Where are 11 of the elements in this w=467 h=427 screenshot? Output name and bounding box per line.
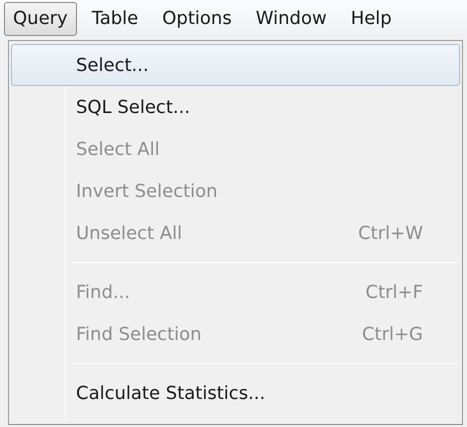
menu-title[interactable]: Window bbox=[246, 2, 336, 36]
menu-item[interactable]: Calculate Statistics... bbox=[11, 372, 460, 414]
menu-item[interactable]: Select... bbox=[11, 44, 460, 86]
menu-title[interactable]: Table bbox=[82, 2, 148, 36]
shortcut-label: Ctrl+W bbox=[358, 222, 423, 246]
shortcut-label: Ctrl+F bbox=[366, 280, 423, 304]
menu-title[interactable]: Query bbox=[4, 2, 77, 36]
menu-title[interactable]: Options bbox=[153, 2, 241, 36]
menu-title[interactable]: Help bbox=[342, 2, 401, 36]
menu-item[interactable]: SQL Select... bbox=[11, 86, 460, 128]
shortcut-label: Ctrl+G bbox=[362, 322, 423, 346]
